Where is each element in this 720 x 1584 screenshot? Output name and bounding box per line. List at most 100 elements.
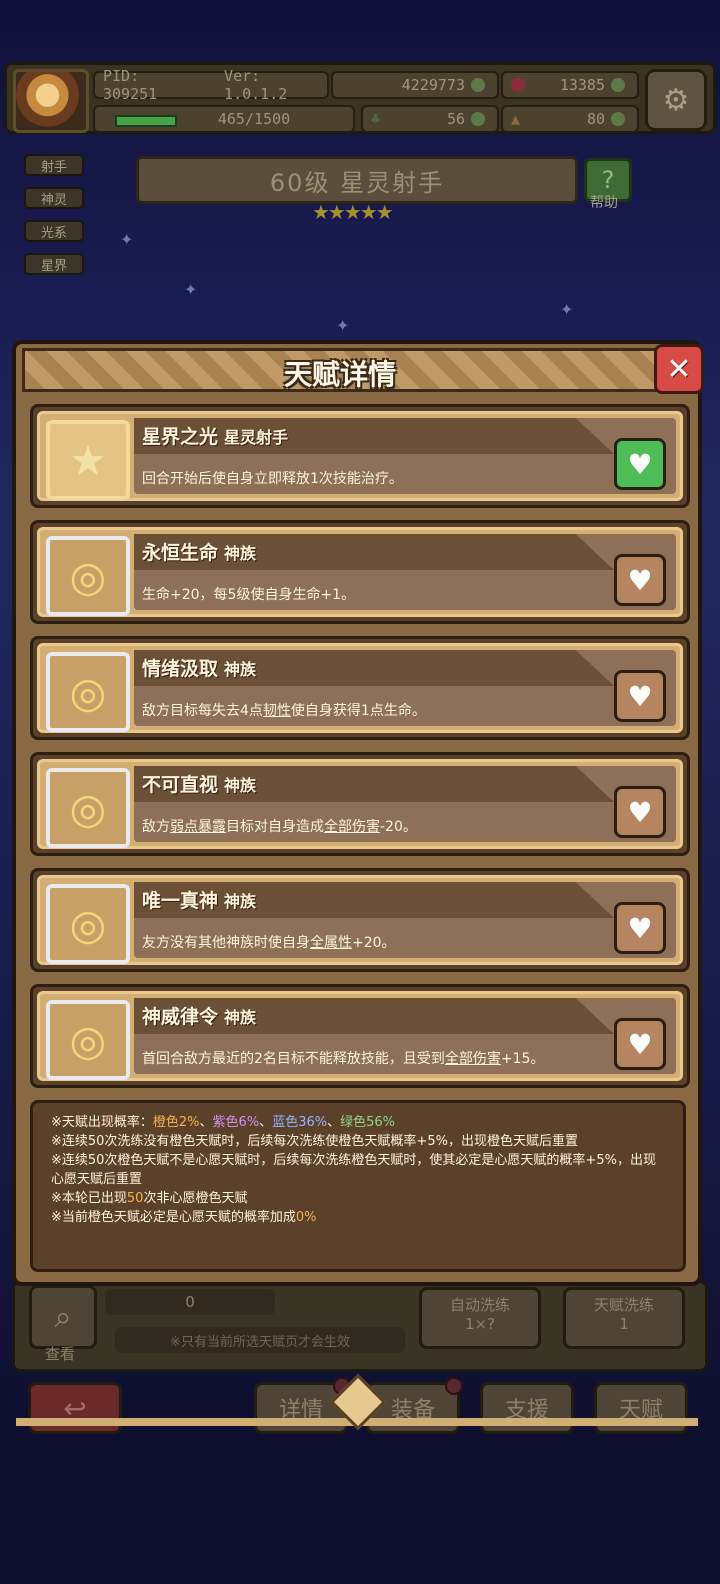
talent-text-panel: 永恒生命 神族 生命+20，每5级使自身生命+1。 [134,534,676,610]
close-icon: ✕ [666,351,692,387]
talent-card-inner: ◎ 永恒生命 神族 生命+20，每5级使自身生命+1。 ♥ [37,527,683,617]
plus-icon[interactable] [471,112,485,126]
auto-wash-count: 1×? [464,1315,496,1333]
divine-emblem-icon: ◎ [46,884,130,964]
talent-description: 敌方弱点暴露目标对自身造成全部伤害-20。 [142,816,417,836]
heart-icon[interactable]: ♥ [614,670,666,722]
keyword-link[interactable]: 弱点暴露 [170,819,226,835]
talent-card[interactable]: ★ 星界之光 星灵射手 回合开始后使自身立即释放1次技能治疗。 ♥ [30,404,690,508]
plus-icon[interactable] [611,78,625,92]
talent-text-panel: 唯一真神 神族 友方没有其他神族时使自身全属性+20。 [134,882,676,958]
info-text: ※当前橙色天赋必定是心愿天赋的概率加成 [51,1210,296,1225]
clover-icon: ♣ [371,110,381,128]
view-label: 查看 [45,1345,76,1363]
auto-wash-button[interactable]: 自动洗练 1×? [419,1287,541,1349]
hero-tag: 星界 [24,253,84,275]
energy-value: 465/1500 [217,110,291,128]
heart-icon[interactable]: ♥ [614,902,666,954]
blue-rate: 蓝色36% [272,1115,328,1130]
talent-page-panel: ⌕ 查看 0 ※只有当前所选天赋页才会生效 自动洗练 1×? 天赋洗练 1 [12,1280,708,1372]
desc-text: -20。 [380,819,417,835]
player-avatar[interactable] [13,69,89,133]
gold-box: 4229773 [331,71,499,99]
star-icon: ★ [46,420,130,500]
info-number: 50 [126,1191,144,1206]
keyword-link[interactable]: 全部伤害 [445,1051,501,1067]
talent-text-panel: 神威律令 神族 首回合敌方最近的2名目标不能释放技能，且受到全部伤害+15。 [134,998,676,1074]
divine-emblem-icon: ◎ [46,768,130,848]
heart-icon[interactable]: ♥ [614,438,666,490]
talent-card[interactable]: ◎ 不可直视 神族 敌方弱点暴露目标对自身造成全部伤害-20。 ♥ [30,752,690,856]
talent-name-text: 唯一真神 [142,890,219,912]
talent-list: ★ 星界之光 星灵射手 回合开始后使自身立即释放1次技能治疗。 ♥ ◎ 永恒生命神… [30,404,690,1100]
talent-name: 神威律令 神族 [142,1002,256,1029]
talent-description: 首回合敌方最近的2名目标不能释放技能，且受到全部伤害+15。 [142,1048,544,1068]
star-decoration: ✦ [120,230,134,249]
talent-name: 不可直视 神族 [142,770,256,797]
talent-text-panel: 不可直视 神族 敌方弱点暴露目标对自身造成全部伤害-20。 [134,766,676,842]
keyword-link[interactable]: 韧性 [263,703,291,719]
boots-value: 80 [586,110,605,128]
top-status-bar: PID: 309251 Ver: 1.0.1.2 4229773 13385 4… [4,62,716,134]
star-decoration: ✦ [336,316,350,335]
keyword-link[interactable]: 全属性 [310,935,352,951]
talent-detail-modal: 天赋详情 ✕ ★ 星界之光 星灵射手 回合开始后使自身立即释放1次技能治疗。 ♥ … [12,340,704,1431]
purple-rate: 紫色6% [212,1115,260,1130]
info-line: ※天赋出现概率：橙色2%、紫色6%、蓝色36%、绿色56% [51,1113,665,1132]
search-icon[interactable]: ⌕ [29,1285,97,1349]
talent-card[interactable]: ◎ 永恒生命 神族 生命+20，每5级使自身生命+1。 ♥ [30,520,690,624]
boots-box: ▲ 80 [501,105,639,133]
info-line: ※本轮已出现50次非心愿橙色天赋 [51,1189,665,1208]
talent-card[interactable]: ◎ 神威律令 神族 首回合敌方最近的2名目标不能释放技能，且受到全部伤害+15。 … [30,984,690,1088]
talent-card[interactable]: ◎ 情绪汲取 神族 敌方目标每失去4点韧性使自身获得1点生命。 ♥ [30,636,690,740]
energy-bar [115,115,177,127]
talent-name: 永恒生命 神族 [142,538,256,565]
nav-details[interactable]: 详情 [254,1377,351,1434]
talent-name-text: 情绪汲取 [142,658,219,680]
pid-text: PID: 309251 [103,67,158,103]
talent-name: 情绪汲取 神族 [142,654,256,681]
talent-description: 敌方目标每失去4点韧性使自身获得1点生命。 [142,700,426,720]
keyword-link[interactable]: 全部伤害 [324,819,380,835]
talent-category: 神族 [224,544,257,563]
nav-support[interactable]: 支援 [480,1382,574,1434]
talent-wash-button[interactable]: 天赋洗练 1 [563,1287,685,1349]
talent-card[interactable]: ◎ 唯一真神 神族 友方没有其他神族时使自身全属性+20。 ♥ [30,868,690,972]
info-number: 0% [295,1210,317,1225]
star-decoration: ✦ [184,280,198,299]
hint-text: ※只有当前所选天赋页才会生效 [115,1327,405,1353]
auto-wash-label: 自动洗练 [449,1296,510,1314]
desc-text: 首回合敌方最近的2名目标不能释放技能，且受到 [142,1051,445,1067]
modal-header: 天赋详情 [22,348,658,392]
talent-text-panel: 星界之光 星灵射手 回合开始后使自身立即释放1次技能治疗。 [134,418,676,494]
nav-talent[interactable]: 天赋 [594,1382,688,1434]
heart-icon[interactable]: ♥ [614,1018,666,1070]
gem-value: 13385 [559,76,605,94]
info-line: ※连续50次橙色天赋不是心愿天赋时，后续每次洗练橙色天赋时，使其必定是心愿天赋的… [51,1153,656,1187]
talent-description: 回合开始后使自身立即释放1次技能治疗。 [142,471,403,487]
back-button[interactable]: ↩ [28,1382,122,1434]
plus-icon[interactable] [471,78,485,92]
talent-card-inner: ◎ 情绪汲取 神族 敌方目标每失去4点韧性使自身获得1点生命。 ♥ [37,643,683,733]
star-decoration: ✦ [560,300,574,319]
talent-card-inner: ◎ 神威律令 神族 首回合敌方最近的2名目标不能释放技能，且受到全部伤害+15。 … [37,991,683,1081]
gear-icon[interactable]: ⚙ [645,69,707,131]
clover-value: 56 [446,110,465,128]
energy-box: 465/1500 [93,105,355,133]
separator: 、 [259,1115,273,1130]
desc-text: 敌方 [142,819,170,835]
desc-text: 友方没有其他神族时使自身 [142,935,310,951]
heart-icon[interactable]: ♥ [614,786,666,838]
talent-name: 唯一真神 神族 [142,886,256,913]
talent-category: 神族 [224,776,257,795]
talent-wash-label: 天赋洗练 [593,1296,654,1314]
close-button[interactable]: ✕ [654,344,704,394]
desc-text: +20。 [352,935,396,951]
desc-text: 目标对自身造成 [226,819,324,835]
question-icon: ? [601,166,615,194]
talent-text-panel: 情绪汲取 神族 敌方目标每失去4点韧性使自身获得1点生命。 [134,650,676,726]
hero-tag: 射手 [24,154,84,176]
count-value: 0 [185,1293,195,1311]
heart-icon[interactable]: ♥ [614,554,666,606]
plus-icon[interactable] [611,112,625,126]
